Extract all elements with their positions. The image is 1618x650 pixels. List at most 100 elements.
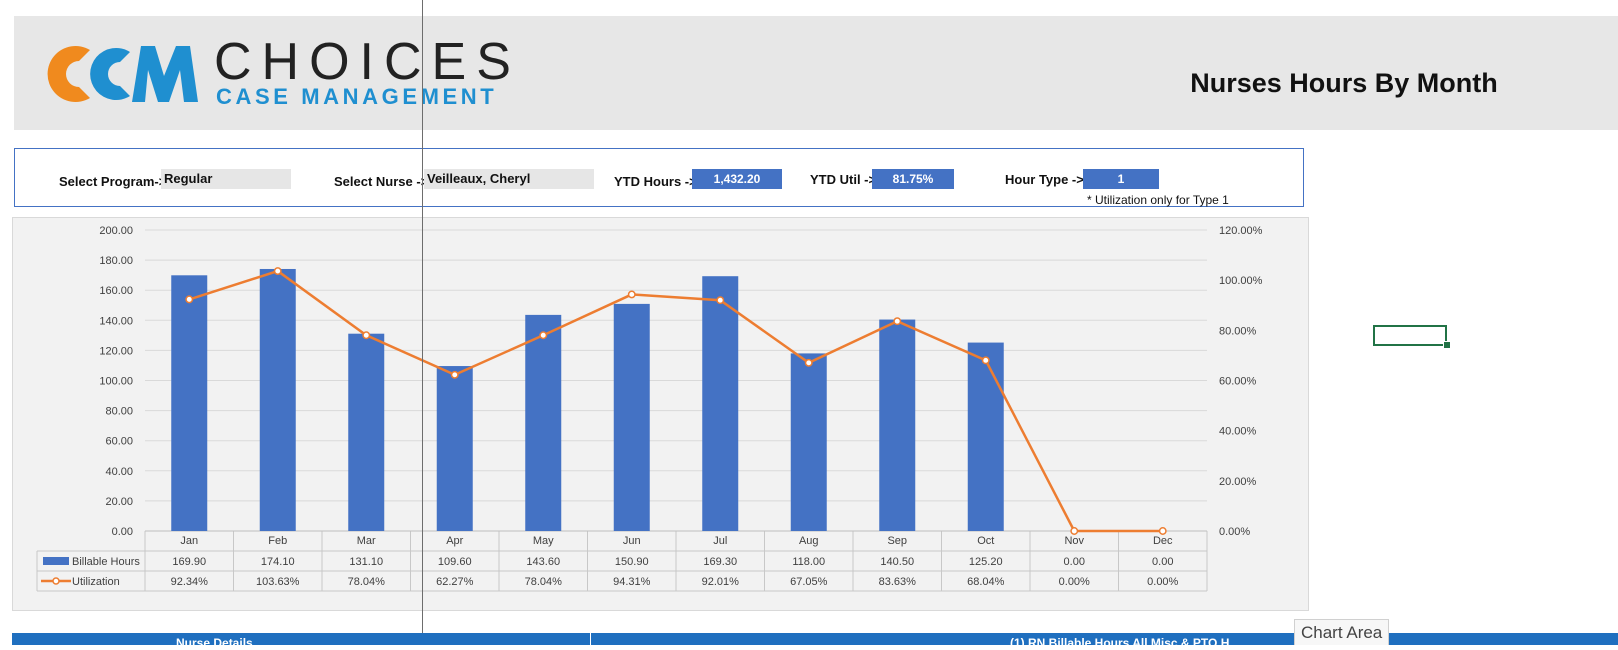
data-label-utilization: 0.00% [1147,576,1178,588]
utilization-point [1158,527,1167,535]
bar-billable-hours [436,366,473,531]
hour-type-label: Hour Type -> [1005,172,1084,187]
legend-key-utilization-marker [52,577,60,585]
x-tick-label: Apr [446,535,463,547]
y-left-tick-label: 40.00 [105,466,133,478]
utilization-point [539,331,548,340]
data-label-utilization: 83.63% [879,576,917,588]
data-label-billable-hours: 169.30 [703,556,737,568]
ytd-util-value[interactable]: 81.75% [872,169,954,189]
utilization-line [188,269,1163,533]
y-left-tick-label: 180.00 [99,255,133,267]
legend-label-utilization: Utilization [72,576,120,588]
x-tick-label: May [533,535,554,547]
utilization-note: * Utilization only for Type 1 [1087,193,1229,207]
nurse-label: Select Nurse -> [334,174,429,189]
page-title: Nurses Hours By Month [1190,68,1498,98]
nurse-details-heading: Nurse Details [176,636,253,650]
data-label-utilization: 94.31% [613,576,651,588]
selected-cell[interactable] [1373,325,1447,346]
x-tick-label: Dec [1153,535,1173,547]
data-label-utilization: 78.04% [348,576,386,588]
data-label-billable-hours: 125.20 [969,556,1003,568]
y-right-tick-label: 60.00% [1219,376,1257,388]
y-left-tick-label: 120.00 [99,345,133,357]
brand-name: CHOICES [214,33,521,91]
utilization-point [273,267,282,276]
data-label-utilization: 103.63% [256,576,300,588]
report-banner: CHOICES CASE MANAGEMENT Nurses Hours By … [14,16,1618,130]
nurse-select[interactable]: Veilleaux, Cheryl [424,169,594,189]
data-label-utilization: 0.00% [1059,576,1090,588]
utilization-point [804,358,813,367]
y-right-tick-label: 120.00% [1219,225,1263,237]
bar-billable-hours [525,314,562,531]
y-right-tick-label: 80.00% [1219,325,1257,337]
data-label-billable-hours: 109.60 [438,556,472,568]
y-left-tick-label: 60.00 [105,436,133,448]
data-label-utilization: 67.05% [790,576,828,588]
data-label-billable-hours: 174.10 [261,556,295,568]
data-label-utilization: 78.04% [525,576,563,588]
y-left-tick-label: 80.00 [105,406,133,418]
program-label: Select Program-> [59,174,167,189]
utilization-point [627,290,636,299]
utilization-point [981,356,990,365]
data-label-billable-hours: 140.50 [880,556,914,568]
ccm-logo-icon [47,46,198,102]
bar-billable-hours [613,303,650,531]
y-left-tick-label: 200.00 [99,225,133,237]
brand-tagline: CASE MANAGEMENT [216,84,498,109]
billable-hours-heading: (1) RN Billable Hours All Misc & PTO H [1010,636,1230,650]
ytd-hours-label: YTD Hours -> [614,174,697,189]
x-tick-label: Oct [977,535,994,547]
x-tick-label: Jun [623,535,641,547]
bar-billable-hours [259,268,296,531]
data-label-utilization: 62.27% [436,576,474,588]
data-label-utilization: 92.34% [171,576,209,588]
y-left-tick-label: 140.00 [99,315,133,327]
x-tick-label: Nov [1064,535,1084,547]
data-label-billable-hours: 150.90 [615,556,649,568]
bar-billable-hours [702,276,739,531]
x-tick-label: Jan [180,535,198,547]
bar-billable-hours [171,275,208,531]
data-label-billable-hours: 131.10 [349,556,383,568]
x-tick-label: Aug [799,535,819,547]
data-label-billable-hours: 143.60 [526,556,560,568]
y-left-tick-label: 100.00 [99,376,133,388]
details-header-divider [590,633,591,645]
bar-billable-hours [967,342,1004,531]
x-tick-label: Mar [357,535,376,547]
y-left-tick-label: 20.00 [105,496,133,508]
data-label-billable-hours: 169.90 [172,556,206,568]
chart-area[interactable]: 0.00 20.00 40.00 60.00 80.00 100.00 120.00 140.… [12,217,1309,611]
data-label-utilization: 68.04% [967,576,1005,588]
legend-key-billable-hours [43,557,69,565]
x-tick-label: Feb [268,535,287,547]
utilization-point [1070,527,1079,535]
fill-handle[interactable] [1443,341,1451,349]
y-left-tick-label: 0.00 [112,526,133,538]
y-right-tick-label: 40.00% [1219,426,1257,438]
data-label-utilization: 92.01% [702,576,740,588]
ytd-hours-value[interactable]: 1,432.20 [692,169,782,189]
combo-chart: 0.00 20.00 40.00 60.00 80.00 100.00 120.00 140.… [36,225,1263,592]
utilization-point [716,296,725,305]
y-right-tick-label: 0.00% [1219,526,1250,538]
x-tick-label: Jul [713,535,727,547]
hour-type-value[interactable]: 1 [1083,169,1159,189]
y-right-tick-label: 20.00% [1219,476,1257,488]
filter-panel: Select Program-> Regular Select Nurse ->… [14,148,1304,207]
bar-billable-hours [348,333,385,531]
data-label-billable-hours: 0.00 [1152,556,1173,568]
utilization-point [893,317,902,326]
y-left-tick-label: 160.00 [99,285,133,297]
utilization-point [362,331,371,340]
utilization-point [185,295,194,304]
data-label-billable-hours: 118.00 [792,556,825,568]
program-select[interactable]: Regular [161,169,291,189]
freeze-pane-line [422,0,423,645]
x-tick-label: Sep [887,535,907,547]
bar-billable-hours [790,353,827,531]
